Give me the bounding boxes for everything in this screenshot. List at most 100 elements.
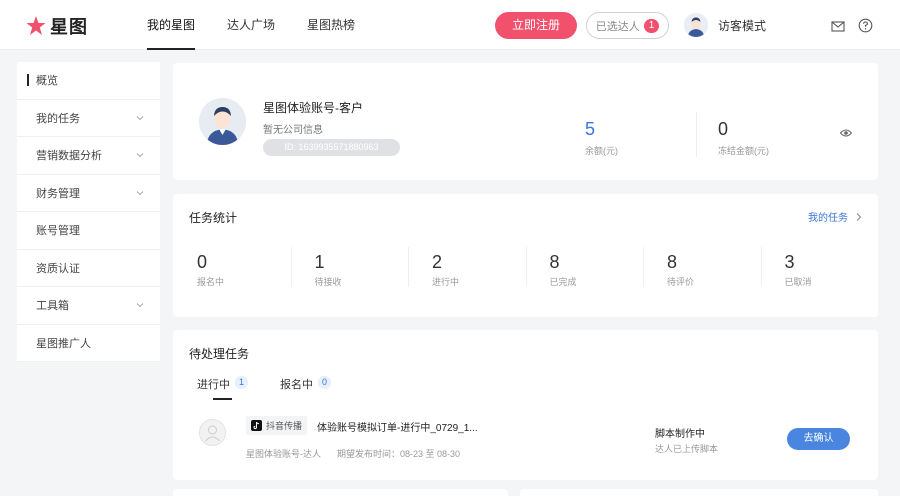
- stat-label: 待接收: [314, 277, 342, 287]
- task-status-detail: 达人已上传脚本: [655, 444, 719, 454]
- avatar-placeholder-icon: [199, 419, 226, 446]
- sidebar-item-marketing-analysis[interactable]: 营销数据分析: [17, 137, 160, 175]
- stat-label: 报名中: [197, 277, 225, 287]
- divider: [643, 247, 644, 287]
- mail-icon[interactable]: [831, 19, 845, 33]
- stat-value: 3: [784, 252, 795, 272]
- sidebar: 概览 我的任务 营销数据分析 财务管理 账号管理 资质认证 工具箱 星图推广人: [17, 62, 160, 362]
- stat-label: 已取消: [784, 277, 812, 287]
- douyin-icon: [251, 420, 262, 431]
- nav-talent-square[interactable]: 达人广场: [227, 0, 275, 50]
- sidebar-item-qualification[interactable]: 资质认证: [17, 249, 160, 287]
- stat-completed[interactable]: 8 已完成: [525, 247, 644, 288]
- pending-tasks-card: 待处理任务 进行中 1 报名中 0 抖音传播 体验账号模拟订单-进行中_0729…: [173, 330, 878, 480]
- star-logo-icon: [26, 16, 46, 35]
- logo[interactable]: 星图: [26, 13, 88, 39]
- stat-value: 8: [667, 252, 678, 272]
- sidebar-item-label: 资质认证: [36, 262, 80, 275]
- company-info: 暂无公司信息: [263, 125, 323, 136]
- balance-label: 余额(元): [585, 146, 618, 156]
- tab-label: 报名中: [280, 379, 314, 391]
- sidebar-item-label: 账号管理: [36, 225, 80, 238]
- tab-signing-up[interactable]: 报名中 0: [280, 376, 332, 400]
- user-name: 访客模式: [718, 18, 767, 33]
- stat-cancelled[interactable]: 3 已取消: [760, 247, 879, 288]
- task-status: 脚本制作中: [655, 429, 705, 440]
- divider: [290, 247, 292, 287]
- task-stats-card: 任务统计 我的任务 0 报名中 1 待接收 2 进行中 8 已完成 8 待评价: [173, 194, 878, 317]
- stat-to-review[interactable]: 8 待评价: [643, 247, 761, 288]
- stat-pending-accept[interactable]: 1 待接收: [290, 247, 409, 288]
- eye-icon[interactable]: [840, 128, 852, 138]
- top-bar: 星图 我的星图 达人广场 星图热榜 立即注册 已选达人 1 访客模式: [0, 0, 900, 50]
- sidebar-item-label: 我的任务: [36, 112, 80, 125]
- frozen-label: 冻结金额(元): [718, 146, 769, 156]
- account-id-badge: ID: 1639935571880963: [263, 139, 400, 156]
- tab-count-badge: 1: [235, 376, 249, 389]
- stat-value: 0: [197, 252, 208, 272]
- task-publish-time: 期望发布时间：08-23 至 08-30: [337, 449, 461, 459]
- chevron-down-icon: [136, 303, 144, 308]
- chevron-right-icon: [856, 212, 862, 221]
- avatar-person-icon: [684, 13, 708, 37]
- task-name[interactable]: 体验账号模拟订单-进行中_0729_1...: [317, 419, 478, 434]
- my-tasks-link-label: 我的任务: [808, 213, 848, 224]
- help-icon[interactable]: [858, 18, 873, 33]
- sidebar-item-promoter[interactable]: 星图推广人: [17, 324, 160, 362]
- divider: [696, 112, 697, 157]
- sidebar-item-account[interactable]: 账号管理: [17, 212, 160, 250]
- user-avatar: [684, 13, 708, 37]
- main-nav: 我的星图 达人广场 星图热榜: [147, 0, 387, 50]
- chevron-down-icon: [136, 115, 144, 120]
- stat-in-progress[interactable]: 2 进行中: [408, 247, 526, 288]
- stat-label: 进行中: [432, 277, 460, 287]
- pending-tabs: 进行中 1 报名中 0: [197, 376, 363, 400]
- selected-talents-button[interactable]: 已选达人 1: [586, 12, 669, 39]
- account-avatar: [199, 98, 246, 145]
- my-tasks-link[interactable]: 我的任务: [808, 209, 864, 224]
- balance-block: 5 余额(元): [585, 119, 618, 157]
- chevron-down-icon: [136, 153, 144, 158]
- balance-value: 5: [585, 119, 596, 139]
- stat-value: 2: [432, 252, 443, 272]
- sidebar-item-toolbox[interactable]: 工具箱: [17, 287, 160, 325]
- divider: [525, 247, 527, 287]
- stat-label: 待评价: [667, 277, 695, 287]
- frozen-block: 0 冻结金额(元): [718, 119, 769, 157]
- divider: [760, 247, 762, 287]
- stat-label: 已完成: [549, 277, 577, 287]
- sidebar-item-overview[interactable]: 概览: [17, 62, 160, 100]
- stat-value: 1: [314, 252, 325, 272]
- frozen-value: 0: [718, 119, 729, 139]
- platform-tag: 抖音传播: [246, 416, 308, 435]
- nav-hot-rank[interactable]: 星图热榜: [307, 0, 355, 50]
- selected-talents-label: 已选达人: [595, 20, 640, 33]
- tab-count-badge: 0: [318, 376, 332, 389]
- stats-title: 任务统计: [189, 211, 238, 225]
- tab-in-progress[interactable]: 进行中 1: [197, 376, 249, 400]
- user-menu[interactable]: 访客模式: [684, 13, 766, 37]
- sidebar-item-finance[interactable]: 财务管理: [17, 174, 160, 212]
- task-owner: 星图体验账号-达人: [246, 449, 321, 459]
- task-avatar: [199, 419, 226, 446]
- logo-text: 星图: [50, 17, 88, 37]
- bottom-card-right: [520, 489, 878, 496]
- selected-count-badge: 1: [643, 18, 660, 33]
- tab-label: 进行中: [197, 379, 230, 391]
- sidebar-item-label: 财务管理: [36, 187, 80, 200]
- avatar-person-icon: [199, 98, 246, 145]
- profile-card: 星图体验账号-客户 暂无公司信息 ID: 1639935571880963 5 …: [173, 63, 878, 180]
- sidebar-item-my-tasks[interactable]: 我的任务: [17, 99, 160, 137]
- register-button[interactable]: 立即注册: [495, 12, 577, 39]
- nav-my-xingtu[interactable]: 我的星图: [147, 0, 196, 50]
- sidebar-item-label: 星图推广人: [36, 337, 91, 350]
- platform-label: 抖音传播: [266, 421, 303, 431]
- chevron-down-icon: [136, 190, 144, 195]
- sidebar-item-label: 概览: [36, 75, 58, 88]
- divider: [408, 247, 409, 287]
- confirm-button[interactable]: 去确认: [787, 428, 850, 450]
- stat-signing-up[interactable]: 0 报名中: [173, 252, 291, 288]
- pending-title: 待处理任务: [189, 347, 250, 361]
- active-indicator: [27, 74, 29, 87]
- stats-row: 0 报名中 1 待接收 2 进行中 8 已完成 8 待评价 3 已取消: [173, 247, 879, 288]
